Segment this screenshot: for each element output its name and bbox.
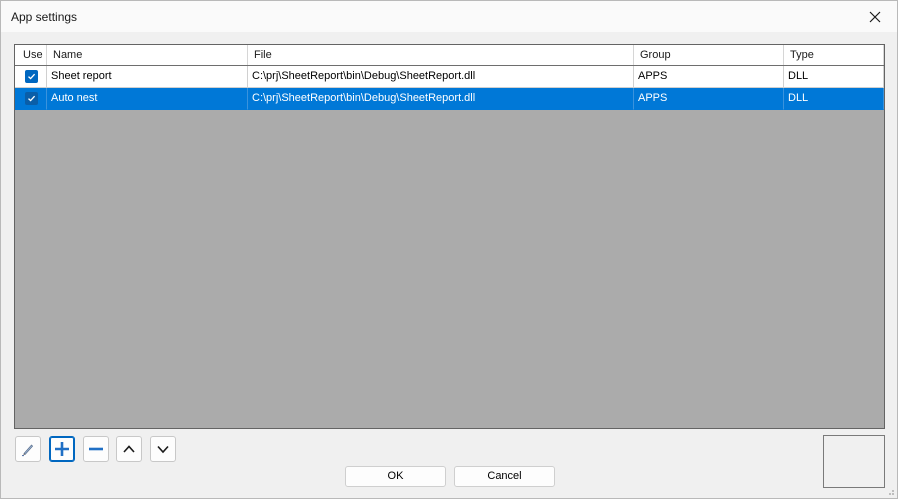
use-cell [15,88,47,110]
group-cell[interactable]: APPS [634,88,784,110]
column-header-type[interactable]: Type [784,45,884,65]
column-header-file[interactable]: File [248,45,634,65]
name-cell[interactable]: Sheet report [47,66,248,88]
plus-icon [55,442,69,456]
cancel-button[interactable]: Cancel [454,466,555,487]
window-title: App settings [11,10,78,24]
pencil-icon [22,444,34,457]
title-bar: App settings [1,1,897,32]
table-row[interactable]: Auto nest C:\prj\SheetReport\bin\Debug\S… [15,88,884,110]
grid-header: Use Name File Group Type [15,45,884,66]
remove-button[interactable] [83,436,109,462]
preview-panel [823,435,885,488]
file-cell[interactable]: C:\prj\SheetReport\bin\Debug\SheetReport… [248,88,634,110]
use-checkbox[interactable] [25,92,38,105]
minus-icon [89,447,103,451]
move-up-button[interactable] [116,436,142,462]
column-header-name[interactable]: Name [47,45,248,65]
check-icon [28,95,36,102]
close-button[interactable] [853,1,897,32]
file-cell[interactable]: C:\prj\SheetReport\bin\Debug\SheetReport… [248,66,634,88]
move-down-button[interactable] [150,436,176,462]
edit-button[interactable] [15,436,41,462]
type-cell[interactable]: DLL [784,88,884,110]
add-button[interactable] [49,436,75,462]
check-icon [28,73,36,80]
apps-grid[interactable]: Use Name File Group Type Sheet report C:… [14,44,885,429]
group-cell[interactable]: APPS [634,66,784,88]
chevron-up-icon [123,445,135,453]
name-cell[interactable]: Auto nest [47,88,248,110]
column-header-group[interactable]: Group [634,45,784,65]
use-checkbox[interactable] [25,70,38,83]
column-header-use[interactable]: Use [15,45,47,65]
chevron-down-icon [157,445,169,454]
table-row[interactable]: Sheet report C:\prj\SheetReport\bin\Debu… [15,66,884,88]
close-icon [869,11,881,22]
use-cell [15,66,47,88]
ok-button[interactable]: OK [345,466,446,487]
type-cell[interactable]: DLL [784,66,884,88]
app-settings-dialog: App settings Use Name File Group Type Sh… [0,0,898,499]
resize-grip-icon[interactable] [885,486,895,496]
